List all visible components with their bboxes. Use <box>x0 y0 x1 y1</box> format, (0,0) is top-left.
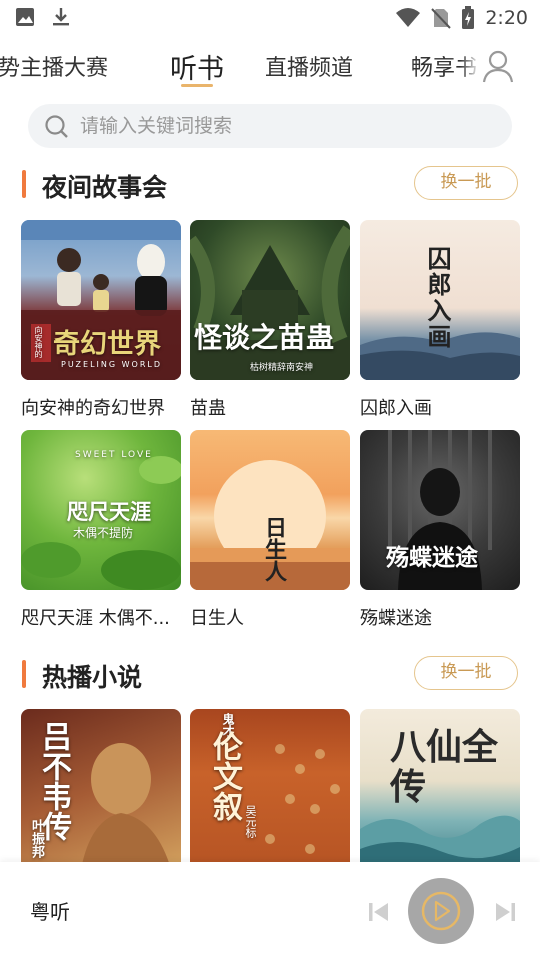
book-card[interactable]: 日生人 日生人 <box>190 430 350 630</box>
book-card[interactable]: 吕不韦传 叶振邦 <box>21 709 181 869</box>
category-tabs: 趋势主播大赛 听书 直播频道 畅享书 <box>0 40 540 92</box>
battery-charging-icon <box>462 6 475 29</box>
tab-live-channel[interactable]: 直播频道 <box>265 50 353 82</box>
refresh-batch-button[interactable]: 换一批 <box>414 166 518 200</box>
book-cover: 奇幻世界 向安神的 PUZELING WORLD <box>21 220 181 380</box>
active-tab-indicator <box>181 84 213 87</box>
next-button[interactable] <box>494 902 516 922</box>
skip-previous-icon <box>369 903 388 921</box>
wifi-icon <box>396 8 421 27</box>
cover-subtitle: 叶振邦 <box>29 819 44 858</box>
mini-player: 粤听 <box>0 862 540 960</box>
tab-audiobook[interactable]: 听书 <box>170 47 224 86</box>
cover-subtitle: PUZELING WORLD <box>61 360 162 369</box>
cover-title: 怪谈之苗蛊 <box>194 321 335 354</box>
book-title: 殇蝶迷途 <box>360 608 432 629</box>
book-card[interactable]: 殇蝶迷途 殇蝶迷途 <box>360 430 520 630</box>
cover-title: 咫尺天涯 <box>67 499 151 524</box>
section-accent-bar <box>22 660 26 688</box>
cover-tag: 吴元标 <box>244 805 257 838</box>
book-title: 日生人 <box>190 608 244 629</box>
book-cover: SWEET LOVE 咫尺天涯 木偶不提防 <box>21 430 181 590</box>
book-title: 苗蛊 <box>190 398 226 419</box>
cover-tag: 向安神的 <box>34 326 43 358</box>
profile-button[interactable] <box>478 46 518 86</box>
section-night-stories-header: 夜间故事会 换一批 <box>0 164 540 204</box>
user-icon <box>482 50 514 83</box>
book-cover: 囚郎入画 <box>360 220 520 380</box>
cover-title: 殇蝶迷途 <box>386 545 478 571</box>
book-cover: 吕不韦传 叶振邦 <box>21 709 181 869</box>
search-input[interactable] <box>80 104 500 148</box>
book-cover: 殇蝶迷途 <box>360 430 520 590</box>
book-title: 囚郎入画 <box>360 398 432 419</box>
section-title: 夜间故事会 <box>42 173 168 202</box>
search-icon <box>45 115 68 138</box>
book-card[interactable]: 囚郎入画 囚郎入画 <box>360 220 520 420</box>
cover-subtitle: 枯树精辞南安神 <box>250 363 314 373</box>
image-icon <box>16 8 34 26</box>
cover-subtitle: 木偶不提防 <box>73 526 134 540</box>
book-card[interactable]: SWEET LOVE 咫尺天涯 木偶不提防 咫尺天涯 木偶不... <box>21 430 181 630</box>
play-icon <box>421 891 461 931</box>
book-cover: 鬼才 伦文叙 吴元标 <box>190 709 350 869</box>
cover-title: 伦文叙 <box>207 731 242 821</box>
book-card[interactable]: 鬼才 伦文叙 吴元标 <box>190 709 350 869</box>
section-title: 热播小说 <box>42 663 143 692</box>
cover-title: 日生人 <box>261 516 287 582</box>
player-title: 粤听 <box>30 900 70 924</box>
previous-button[interactable] <box>368 902 390 922</box>
download-icon <box>53 8 69 26</box>
book-card[interactable]: 奇幻世界 向安神的 PUZELING WORLD 向安神的奇幻世界 <box>21 220 181 420</box>
cover-title: 八仙全传 <box>390 726 499 808</box>
search-bar[interactable] <box>28 104 512 148</box>
section-hot-novels-header: 热播小说 换一批 <box>0 654 540 694</box>
cover-tag: SWEET LOVE <box>75 450 153 460</box>
play-button[interactable] <box>408 878 474 944</box>
book-cover: 八仙全传 <box>360 709 520 869</box>
cover-title: 囚郎入画 <box>423 246 452 350</box>
book-card[interactable]: 怪谈之苗蛊 枯树精辞南安神 苗蛊 <box>190 220 350 420</box>
skip-next-icon <box>496 903 515 921</box>
cover-title: 奇幻世界 <box>53 329 161 360</box>
status-bar: 2:20 <box>0 0 540 36</box>
book-cover: 日生人 <box>190 430 350 590</box>
section-accent-bar <box>22 170 26 198</box>
tab-trend-anchor-contest[interactable]: 趋势主播大赛 <box>0 50 108 82</box>
no-sim-icon <box>431 8 452 29</box>
book-title: 向安神的奇幻世界 <box>21 398 165 419</box>
book-card[interactable]: 八仙全传 <box>360 709 520 869</box>
book-title: 咫尺天涯 木偶不... <box>21 608 170 629</box>
refresh-batch-button[interactable]: 换一批 <box>414 656 518 690</box>
book-cover: 怪谈之苗蛊 枯树精辞南安神 <box>190 220 350 380</box>
status-time: 2:20 <box>485 7 528 29</box>
